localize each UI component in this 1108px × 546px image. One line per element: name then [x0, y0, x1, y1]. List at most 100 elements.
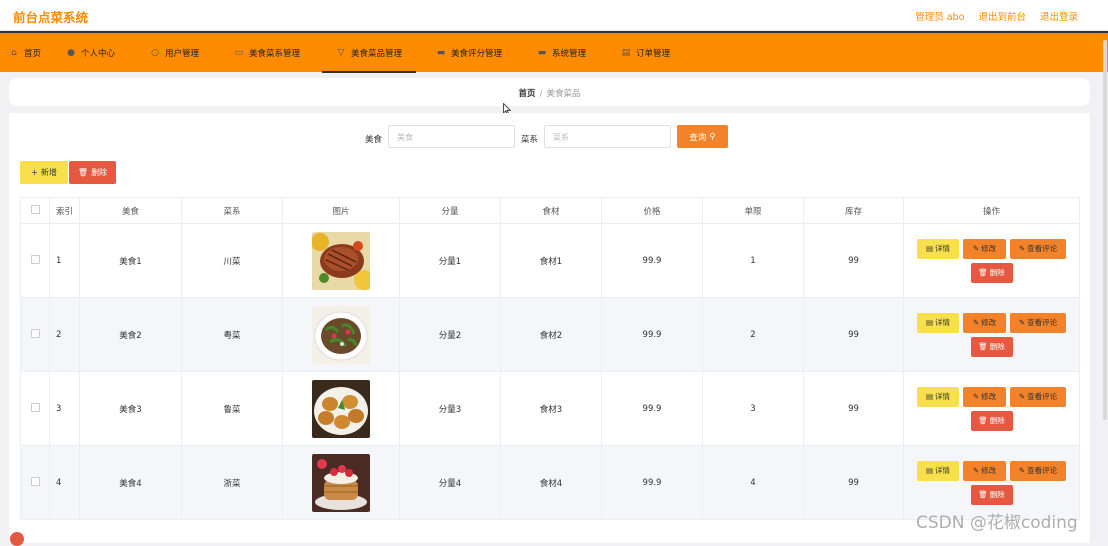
delete-label: 删除: [989, 268, 1005, 277]
system-icon: ▬: [537, 47, 547, 58]
delete-label: 删除: [989, 416, 1005, 425]
view-reviews-button[interactable]: ✎ 查看评论: [1010, 312, 1066, 333]
row-index: 2: [49, 297, 80, 372]
edit-button[interactable]: ✎ 修改: [963, 386, 1006, 407]
add-button[interactable]: + 新增: [20, 161, 68, 184]
row-limit: 4: [702, 445, 804, 520]
delete-button[interactable]: 🗑 删除: [970, 410, 1013, 431]
header-food: 美食: [79, 197, 182, 224]
edit-label: 修改: [981, 466, 997, 475]
nav-item-system[interactable]: ▬ 系统管理: [537, 33, 586, 72]
chart-icon: ▬: [436, 47, 446, 58]
row-price: 99.9: [601, 445, 703, 520]
review-label: 查看评论: [1027, 318, 1058, 327]
food-image-steak: [312, 231, 370, 290]
cuisine-search-input[interactable]: 菜系: [544, 125, 671, 148]
row-ingredient: 食材1: [500, 223, 602, 298]
batch-delete-button[interactable]: 🗑 删除: [69, 161, 116, 184]
row-food: 美食1: [79, 223, 182, 298]
review-label: 查看评论: [1027, 466, 1058, 475]
nav-label: 系统管理: [552, 48, 587, 59]
row-portion: 分量4: [399, 445, 501, 520]
pencil-icon: ✎: [972, 244, 980, 253]
nav-label: 用户管理: [165, 48, 200, 59]
row-index: 3: [49, 371, 80, 446]
row-actions-cell: ▤ 详情 ✎ 修改 ✎ 查看评论 🗑 删除: [903, 371, 1080, 446]
back-to-front-link[interactable]: 退出到前台: [978, 9, 1026, 23]
food-search-label: 美食: [365, 135, 383, 145]
detail-button[interactable]: ▤ 详情: [917, 386, 959, 407]
doc-icon: ▤: [925, 318, 934, 327]
edit-button[interactable]: ✎ 修改: [963, 312, 1006, 333]
nav-item-home[interactable]: ⌂ 首页: [9, 33, 41, 72]
breadcrumb-home[interactable]: 首页: [519, 89, 536, 99]
edit-button[interactable]: ✎ 修改: [963, 460, 1006, 481]
select-all-cell[interactable]: [20, 197, 50, 224]
row-select-cell[interactable]: [20, 445, 50, 520]
header-ingredient: 食材: [500, 197, 602, 224]
food-search-input[interactable]: 美食: [388, 125, 515, 148]
search-button[interactable]: 查询 ⚲: [677, 125, 728, 148]
order-icon: ▤: [621, 47, 631, 58]
nav-item-profile[interactable]: ● 个人中心: [66, 33, 115, 72]
trash-icon: 🗑: [77, 168, 89, 177]
view-reviews-button[interactable]: ✎ 查看评论: [1010, 460, 1066, 481]
main-nav: ⌂ 首页 ● 个人中心 ○ 用户管理 ▭ 美食菜系管理 ▽ 美食菜品管理 ▬ 美…: [0, 31, 1108, 73]
row-cuisine: 粤菜: [181, 297, 283, 372]
user-icon: ●: [67, 47, 75, 58]
doc-icon: ▤: [925, 244, 934, 253]
row-limit: 2: [702, 297, 804, 372]
row-image-cell: [282, 445, 400, 520]
row-checkbox[interactable]: [30, 254, 40, 264]
detail-button[interactable]: ▤ 详情: [917, 312, 959, 333]
content-card: 美食 美食 菜系 菜系 查询 ⚲ + 新增 🗑 删除 索引 美食 菜系 图片 分…: [9, 113, 1090, 543]
pencil-icon: ✎: [1018, 466, 1026, 475]
detail-button[interactable]: ▤ 详情: [917, 460, 959, 481]
row-index: 1: [49, 223, 80, 298]
view-reviews-button[interactable]: ✎ 查看评论: [1010, 386, 1066, 407]
edit-label: 修改: [981, 318, 997, 327]
row-stock: 99: [803, 445, 904, 520]
row-stock: 99: [803, 223, 904, 298]
row-checkbox[interactable]: [30, 476, 40, 486]
row-price: 99.9: [601, 223, 703, 298]
row-checkbox[interactable]: [30, 402, 40, 412]
delete-button[interactable]: 🗑 删除: [970, 336, 1013, 357]
header-stock: 库存: [803, 197, 904, 224]
delete-button[interactable]: 🗑 删除: [970, 484, 1013, 505]
breadcrumb: 首页 / 美食菜品: [9, 87, 1090, 99]
row-select-cell[interactable]: [20, 223, 50, 298]
row-ingredient: 食材2: [500, 297, 602, 372]
nav-item-users[interactable]: ○ 用户管理: [150, 33, 199, 72]
row-price: 99.9: [601, 297, 703, 372]
search-icon: ⚲: [709, 131, 716, 142]
nav-item-orders[interactable]: ▤ 订单管理: [621, 33, 670, 72]
nav-item-cuisines[interactable]: ▭ 美食菜系管理: [234, 33, 300, 72]
row-ingredient: 食材3: [500, 371, 602, 446]
table-row: 3 美食3 鲁菜 分量3 食材3 99.9 3 99 ▤ 详情 ✎ 修改 ✎ 查…: [20, 371, 1080, 446]
detail-label: 详情: [935, 318, 951, 327]
nav-item-dishes[interactable]: ▽ 美食菜品管理: [321, 33, 417, 73]
delete-label: 删除: [989, 342, 1005, 351]
select-all-checkbox[interactable]: [30, 204, 40, 214]
row-portion: 分量3: [399, 371, 501, 446]
detail-label: 详情: [935, 244, 951, 253]
top-links: 管理员 abo 退出到前台 退出登录: [915, 9, 1078, 23]
row-checkbox[interactable]: [30, 328, 40, 338]
breadcrumb-card: 首页 / 美食菜品: [9, 78, 1090, 106]
view-reviews-button[interactable]: ✎ 查看评论: [1010, 238, 1066, 259]
admin-user-link[interactable]: 管理员 abo: [915, 9, 964, 23]
pencil-icon: ✎: [1018, 392, 1026, 401]
floating-action-dot[interactable]: [10, 532, 24, 546]
folder-icon: ▭: [234, 47, 244, 58]
logout-link[interactable]: 退出登录: [1040, 9, 1078, 23]
page-scrollbar[interactable]: [1103, 40, 1107, 420]
nav-item-ratings[interactable]: ▬ 美食评分管理: [436, 33, 502, 72]
detail-button[interactable]: ▤ 详情: [917, 238, 959, 259]
cuisine-search-label: 菜系: [521, 135, 539, 145]
edit-button[interactable]: ✎ 修改: [963, 238, 1006, 259]
delete-button[interactable]: 🗑 删除: [970, 262, 1013, 283]
row-select-cell[interactable]: [20, 371, 50, 446]
pencil-icon: ✎: [972, 318, 980, 327]
row-select-cell[interactable]: [20, 297, 50, 372]
